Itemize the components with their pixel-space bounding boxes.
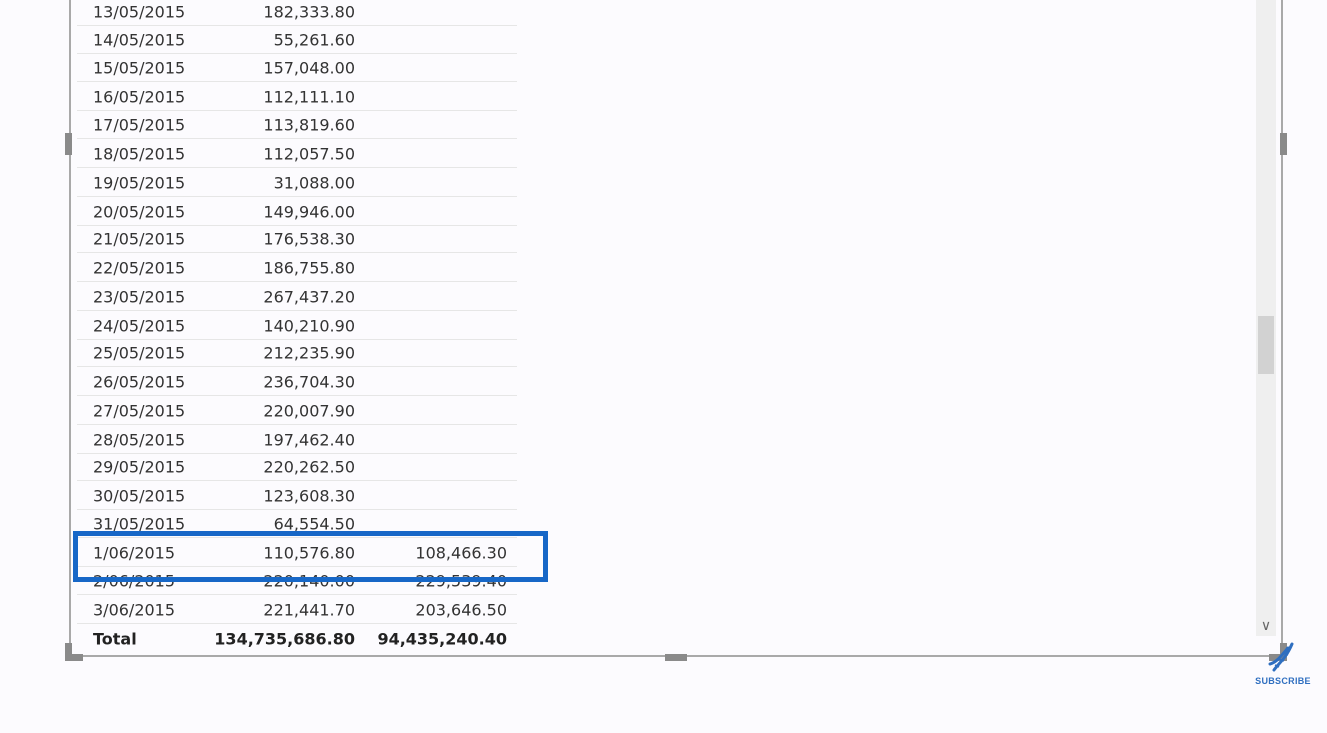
date-cell: 3/06/2015 [93,600,176,619]
value-cell: 197,462.40 [263,430,355,449]
table-row[interactable]: 15/05/2015 157,048.00 [77,54,517,82]
value-cell: 123,608.30 [263,486,355,505]
value-cell: 236,704.30 [263,372,355,391]
date-cell: 19/05/2015 [93,173,186,192]
value-cell: 112,057.50 [263,144,355,163]
date-cell: 25/05/2015 [93,343,186,362]
date-cell: 30/05/2015 [93,486,186,505]
total-value2: 94,435,240.40 [377,629,507,649]
value-cell: 149,946.00 [263,202,355,221]
date-cell: 23/05/2015 [93,287,186,306]
subscribe-badge[interactable]: SUBSCRIBE [1250,640,1316,692]
table-row[interactable]: 28/05/2015 197,462.40 [77,426,517,454]
table-row[interactable]: 20/05/2015 149,946.00 [77,198,517,226]
value-cell: 113,819.60 [263,115,355,134]
date-cell: 13/05/2015 [93,2,186,21]
value-cell: 212,235.90 [263,343,355,362]
value-cell: 140,210.90 [263,316,355,335]
value-cell: 186,755.80 [263,258,355,277]
vertical-scrollbar[interactable]: ∨ [1256,0,1276,636]
table-row[interactable]: 13/05/2015 182,333.80 [77,0,517,26]
total-label: Total [93,629,137,649]
date-cell: 29/05/2015 [93,457,186,476]
total-row: Total 134,735,686.80 94,435,240.40 [77,625,517,653]
resize-handle-bottom[interactable] [665,654,687,661]
date-cell: 20/05/2015 [93,202,186,221]
date-cell: 21/05/2015 [93,229,186,248]
value-cell: 55,261.60 [273,30,355,49]
table-row[interactable]: 17/05/2015 113,819.60 [77,111,517,139]
table-row[interactable]: 26/05/2015 236,704.30 [77,368,517,396]
table-row[interactable]: 3/06/2015 221,441.70 203,646.50 [77,596,517,624]
value-cell: 267,437.20 [263,287,355,306]
value-cell: 220,262.50 [263,457,355,476]
value-cell: 220,007.90 [263,401,355,420]
table-row[interactable]: 22/05/2015 186,755.80 [77,254,517,282]
date-cell: 26/05/2015 [93,372,186,391]
table-row[interactable]: 25/05/2015 212,235.90 [77,339,517,367]
date-cell: 16/05/2015 [93,87,186,106]
date-cell: 24/05/2015 [93,316,186,335]
table-row[interactable]: 23/05/2015 267,437.20 [77,283,517,311]
table-row[interactable]: 14/05/2015 55,261.60 [77,26,517,54]
value-cell: 157,048.00 [263,58,355,77]
value-cell: 112,111.10 [263,87,355,106]
value-cell: 221,441.70 [263,600,355,619]
scroll-thumb[interactable] [1258,316,1274,374]
date-cell: 27/05/2015 [93,401,186,420]
resize-handle-right[interactable] [1280,133,1287,155]
date-cell: 17/05/2015 [93,115,186,134]
highlight-annotation-box [73,531,548,582]
dna-icon [1268,642,1294,672]
date-cell: 28/05/2015 [93,430,186,449]
report-canvas: 13/05/2015 182,333.80 14/05/2015 55,261.… [0,0,1327,733]
table-row[interactable]: 21/05/2015 176,538.30 [77,225,517,253]
total-value: 134,735,686.80 [214,629,355,649]
table-row[interactable]: 16/05/2015 112,111.10 [77,83,517,111]
table-row[interactable]: 19/05/2015 31,088.00 [77,169,517,197]
value2-cell: 203,646.50 [415,600,507,619]
table-row[interactable]: 27/05/2015 220,007.90 [77,397,517,425]
table-row[interactable]: 24/05/2015 140,210.90 [77,312,517,340]
table-row[interactable]: 30/05/2015 123,608.30 [77,482,517,510]
date-cell: 15/05/2015 [93,58,186,77]
date-cell: 22/05/2015 [93,258,186,277]
value-cell: 182,333.80 [263,2,355,21]
date-cell: 14/05/2015 [93,30,186,49]
value-cell: 176,538.30 [263,229,355,248]
chevron-down-icon[interactable]: ∨ [1256,615,1276,637]
table-row[interactable]: 18/05/2015 112,057.50 [77,140,517,168]
value-cell: 31,088.00 [273,173,355,192]
resize-handle-bottom-left[interactable] [65,643,83,661]
subscribe-label: SUBSCRIBE [1255,676,1311,686]
resize-handle-left[interactable] [65,133,72,155]
date-cell: 18/05/2015 [93,144,186,163]
table-row[interactable]: 29/05/2015 220,262.50 [77,453,517,481]
